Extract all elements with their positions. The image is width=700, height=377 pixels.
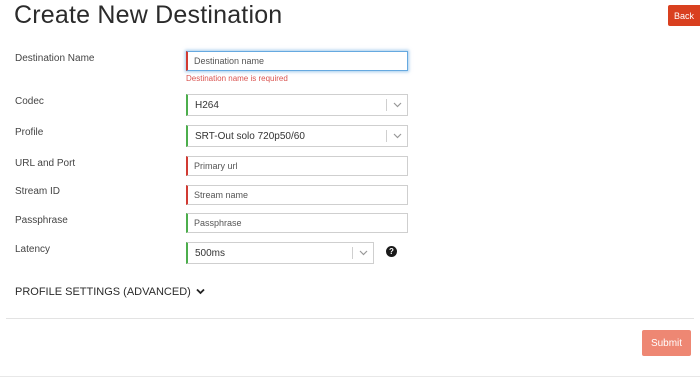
question-circle-icon[interactable]: ?	[386, 246, 397, 257]
form-divider	[6, 318, 694, 319]
advanced-toggle-label: PROFILE SETTINGS (ADVANCED)	[15, 286, 191, 298]
passphrase-input[interactable]	[188, 214, 407, 232]
profile-settings-advanced-toggle[interactable]: PROFILE SETTINGS (ADVANCED)	[15, 286, 205, 298]
profile-value: SRT-Out solo 720p50/60	[195, 130, 305, 142]
url-port-label: URL and Port	[15, 158, 76, 169]
chevron-down-icon[interactable]	[353, 250, 373, 256]
url-port-input[interactable]	[188, 157, 407, 175]
destination-name-error: Destination name is required	[186, 74, 288, 83]
latency-value: 500ms	[195, 247, 226, 259]
codec-label: Codec	[15, 96, 44, 107]
url-port-field	[186, 156, 408, 176]
destination-name-input[interactable]	[188, 52, 407, 70]
codec-value: H264	[195, 99, 219, 111]
chevron-down-icon[interactable]	[387, 102, 407, 108]
passphrase-field	[186, 213, 408, 233]
destination-name-field	[186, 51, 408, 71]
codec-select[interactable]: H264	[186, 94, 408, 116]
profile-select[interactable]: SRT-Out solo 720p50/60	[186, 125, 408, 147]
back-button[interactable]: Back	[668, 5, 700, 26]
chevron-down-icon[interactable]	[387, 133, 407, 139]
profile-label: Profile	[15, 127, 44, 138]
stream-id-input[interactable]	[188, 186, 407, 204]
chevron-down-icon	[196, 287, 205, 297]
latency-select[interactable]: 500ms	[186, 242, 374, 264]
latency-label: Latency	[15, 244, 51, 255]
passphrase-label: Passphrase	[15, 215, 68, 226]
submit-button[interactable]: Submit	[642, 330, 691, 356]
stream-id-label: Stream ID	[15, 186, 61, 197]
destination-name-label: Destination Name	[15, 53, 95, 64]
page-title: Create New Destination	[14, 1, 283, 29]
stream-id-field	[186, 185, 408, 205]
